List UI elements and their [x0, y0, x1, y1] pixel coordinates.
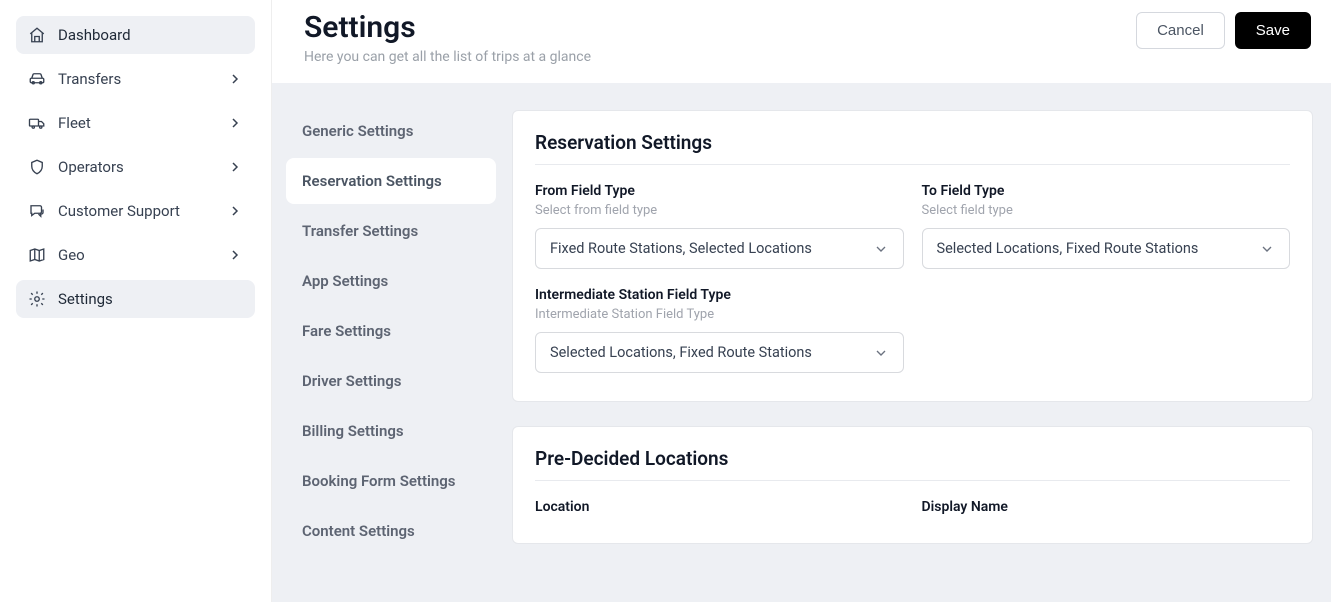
- settings-subnav: Generic Settings Reservation Settings Tr…: [272, 84, 512, 602]
- chevron-down-icon: [873, 241, 889, 257]
- truck-icon: [28, 114, 46, 132]
- display-name-column-header: Display Name: [922, 499, 1291, 515]
- field-label: From Field Type: [535, 183, 904, 199]
- pre-decided-locations-card: Pre-Decided Locations Location Display N…: [512, 426, 1313, 544]
- content-area: Reservation Settings From Field Type Sel…: [512, 84, 1331, 602]
- from-field: From Field Type Select from field type F…: [535, 183, 904, 269]
- field-label: Intermediate Station Field Type: [535, 287, 904, 303]
- sidebar-item-label: Fleet: [58, 114, 91, 132]
- cancel-button[interactable]: Cancel: [1136, 12, 1225, 49]
- chevron-right-icon: [227, 115, 243, 131]
- map-icon: [28, 246, 46, 264]
- subnav-billing-settings[interactable]: Billing Settings: [286, 408, 496, 454]
- card-title: Pre-Decided Locations: [535, 447, 1290, 481]
- subnav-driver-settings[interactable]: Driver Settings: [286, 358, 496, 404]
- sidebar-item-dashboard[interactable]: Dashboard: [16, 16, 255, 54]
- select-value: Selected Locations, Fixed Route Stations: [937, 240, 1199, 257]
- fields-row: From Field Type Select from field type F…: [535, 183, 1290, 269]
- chevron-right-icon: [227, 247, 243, 263]
- sidebar-item-label: Transfers: [58, 70, 121, 88]
- card-title: Reservation Settings: [535, 131, 1290, 165]
- page-title: Settings: [304, 10, 591, 45]
- sidebar-item-transfers[interactable]: Transfers: [16, 60, 255, 98]
- sidebar-item-fleet[interactable]: Fleet: [16, 104, 255, 142]
- shield-icon: [28, 158, 46, 176]
- sidebar-item-settings[interactable]: Settings: [16, 280, 255, 318]
- chevron-right-icon: [227, 159, 243, 175]
- subnav-app-settings[interactable]: App Settings: [286, 258, 496, 304]
- to-field: To Field Type Select field type Selected…: [922, 183, 1291, 269]
- sidebar-item-operators[interactable]: Operators: [16, 148, 255, 186]
- field-help: Select field type: [922, 203, 1291, 218]
- chevron-down-icon: [1259, 241, 1275, 257]
- page-subtitle: Here you can get all the list of trips a…: [304, 49, 591, 65]
- sidebar: Dashboard Transfers Fleet Operators C: [0, 0, 272, 602]
- save-button[interactable]: Save: [1235, 12, 1311, 49]
- subnav-fare-settings[interactable]: Fare Settings: [286, 308, 496, 354]
- sidebar-item-label: Geo: [58, 246, 85, 264]
- sidebar-item-label: Customer Support: [58, 202, 180, 220]
- sidebar-item-label: Settings: [58, 290, 113, 308]
- subnav-transfer-settings[interactable]: Transfer Settings: [286, 208, 496, 254]
- sidebar-item-label: Dashboard: [58, 26, 131, 44]
- subnav-generic-settings[interactable]: Generic Settings: [286, 108, 496, 154]
- from-field-select[interactable]: Fixed Route Stations, Selected Locations: [535, 228, 904, 269]
- intermediate-field-select[interactable]: Selected Locations, Fixed Route Stations: [535, 332, 904, 373]
- field-help: Intermediate Station Field Type: [535, 307, 904, 322]
- main: Settings Here you can get all the list o…: [272, 0, 1331, 602]
- sidebar-item-geo[interactable]: Geo: [16, 236, 255, 274]
- intermediate-field: Intermediate Station Field Type Intermed…: [535, 287, 904, 373]
- select-value: Fixed Route Stations, Selected Locations: [550, 240, 812, 257]
- field-label: To Field Type: [922, 183, 1291, 199]
- chat-icon: [28, 202, 46, 220]
- content-wrap: Generic Settings Reservation Settings Tr…: [272, 84, 1331, 602]
- car-icon: [28, 70, 46, 88]
- chevron-right-icon: [227, 203, 243, 219]
- header-actions: Cancel Save: [1136, 10, 1311, 49]
- home-icon: [28, 26, 46, 44]
- to-field-select[interactable]: Selected Locations, Fixed Route Stations: [922, 228, 1291, 269]
- header: Settings Here you can get all the list o…: [272, 0, 1331, 84]
- sidebar-item-customer-support[interactable]: Customer Support: [16, 192, 255, 230]
- field-help: Select from field type: [535, 203, 904, 218]
- subnav-reservation-settings[interactable]: Reservation Settings: [286, 158, 496, 204]
- gear-icon: [28, 290, 46, 308]
- subnav-booking-form-settings[interactable]: Booking Form Settings: [286, 458, 496, 504]
- reservation-settings-card: Reservation Settings From Field Type Sel…: [512, 110, 1313, 402]
- subnav-content-settings[interactable]: Content Settings: [286, 508, 496, 554]
- locations-header-row: Location Display Name: [535, 499, 1290, 515]
- sidebar-item-label: Operators: [58, 158, 124, 176]
- header-titles: Settings Here you can get all the list o…: [304, 10, 591, 65]
- chevron-down-icon: [873, 345, 889, 361]
- select-value: Selected Locations, Fixed Route Stations: [550, 344, 812, 361]
- location-column-header: Location: [535, 499, 904, 515]
- chevron-right-icon: [227, 71, 243, 87]
